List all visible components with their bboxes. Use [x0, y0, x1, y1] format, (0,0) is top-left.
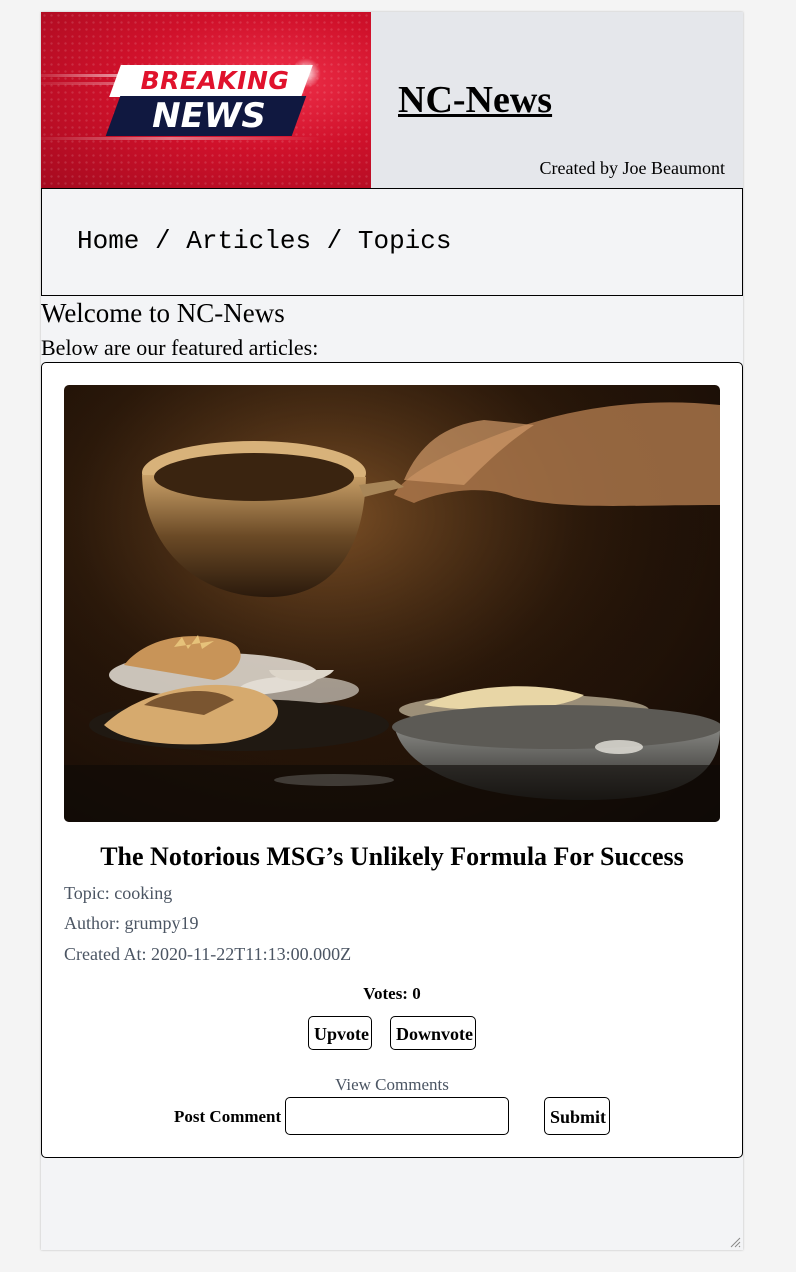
breadcrumb: Home / Articles / Topics	[77, 226, 452, 256]
article-image	[64, 385, 720, 822]
view-comments-link[interactable]: View Comments	[42, 1074, 742, 1096]
welcome-heading: Welcome to NC-News	[41, 298, 285, 328]
breaking-news-logo: BREAKING NEWS	[41, 12, 371, 188]
vote-count: Votes: 0	[363, 984, 421, 1003]
submit-comment-button[interactable]: Submit	[544, 1097, 610, 1135]
author-credit: Created by Joe Beaumont	[539, 158, 725, 178]
logo-text-news: NEWS	[152, 96, 266, 136]
breadcrumb-separator: /	[139, 226, 187, 256]
post-comment-label: Post Comment	[174, 1107, 282, 1126]
app-container: BREAKING NEWS NC-News Created by Joe Bea…	[41, 12, 743, 1250]
comment-input[interactable]	[285, 1097, 509, 1135]
breadcrumb-nav: Home / Articles / Topics	[41, 188, 743, 296]
featured-subtitle: Below are our featured articles:	[41, 335, 319, 360]
upvote-button[interactable]: Upvote	[308, 1016, 372, 1050]
article-card: The Notorious MSG’s Unlikely Formula For…	[41, 362, 743, 1158]
article-title: The Notorious MSG’s Unlikely Formula For…	[100, 842, 684, 871]
breadcrumb-separator: /	[311, 226, 358, 256]
nav-link-topics[interactable]: Topics	[358, 226, 452, 256]
nav-link-articles[interactable]: Articles	[186, 226, 311, 256]
nav-link-home[interactable]: Home	[77, 226, 139, 256]
article-author: Author: grumpy19	[64, 913, 199, 933]
site-title-link[interactable]: NC-News	[398, 78, 552, 122]
logo-text-breaking: BREAKING	[140, 66, 290, 95]
article-topic: Topic: cooking	[64, 883, 173, 903]
article-created-at: Created At: 2020-11-22T11:13:00.000Z	[64, 944, 352, 964]
downvote-button[interactable]: Downvote	[390, 1016, 476, 1050]
site-header: BREAKING NEWS NC-News Created by Joe Bea…	[41, 12, 743, 188]
resize-handle-icon[interactable]	[729, 1236, 741, 1248]
light-streak	[41, 137, 321, 140]
